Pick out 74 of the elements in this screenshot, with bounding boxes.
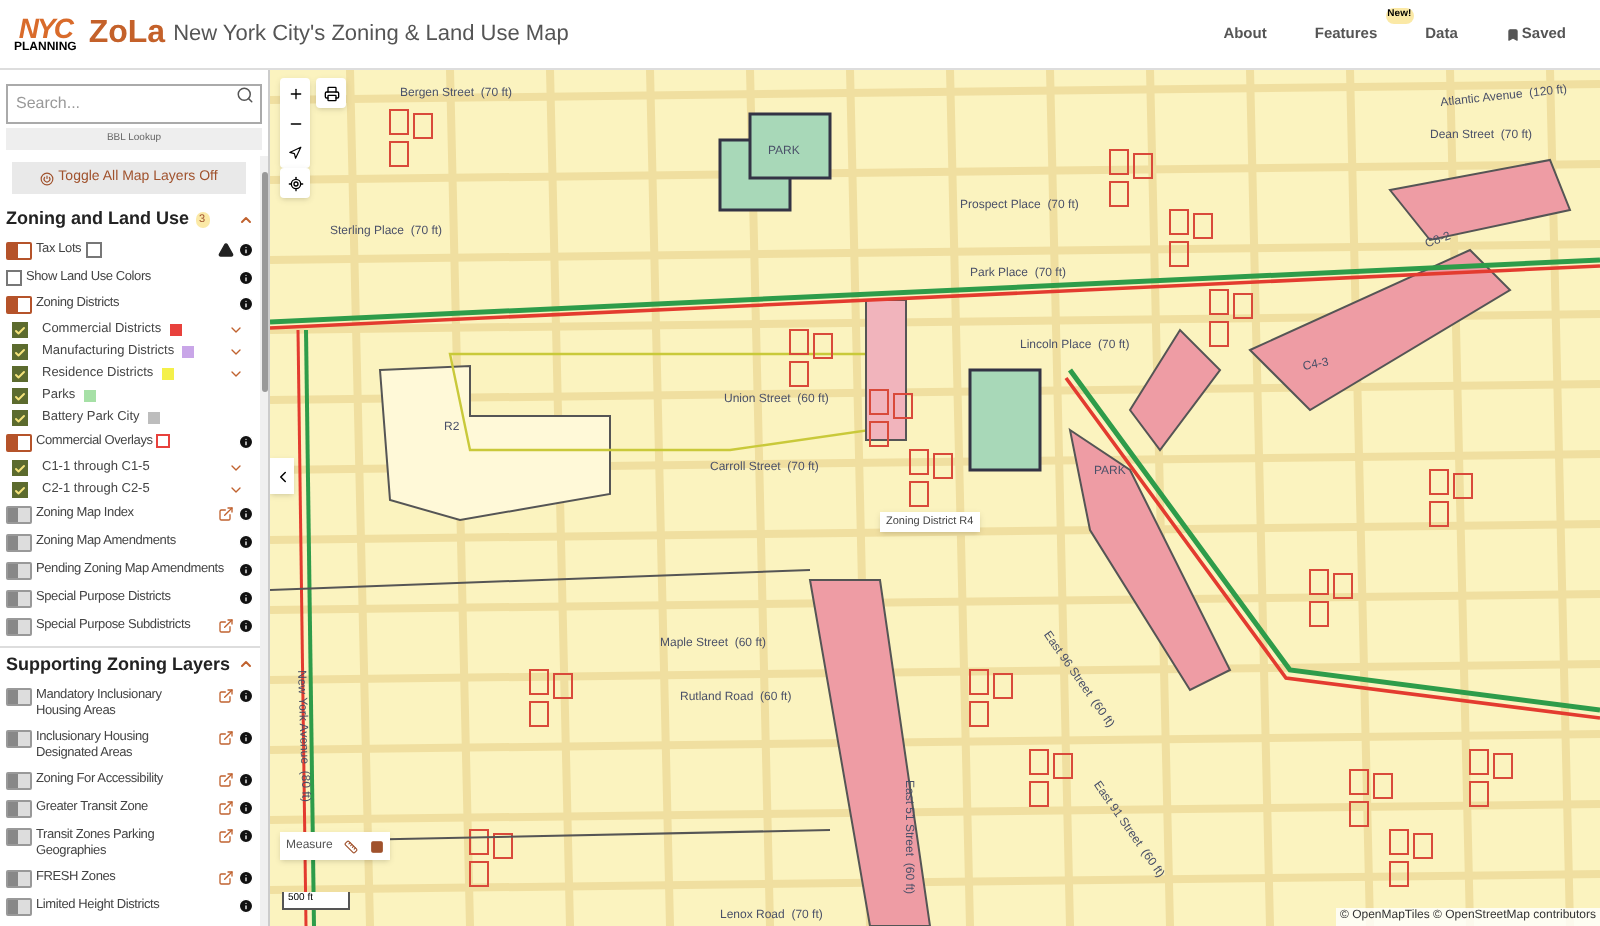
street-map-drawing[interactable] — [270, 70, 1600, 926]
info-icon[interactable] — [238, 590, 254, 606]
info-icon[interactable] — [238, 827, 254, 843]
collapse-icon[interactable] — [238, 656, 254, 673]
info-icon[interactable] — [238, 799, 254, 815]
checkbox[interactable] — [6, 270, 22, 286]
checkbox[interactable] — [12, 460, 28, 476]
print-button[interactable] — [316, 78, 346, 108]
checkbox[interactable] — [12, 366, 28, 382]
layer-toggle[interactable] — [6, 242, 32, 260]
info-icon[interactable] — [238, 729, 254, 745]
scrollbar[interactable] — [260, 156, 268, 926]
chevron-down-icon[interactable] — [228, 344, 244, 360]
checkbox[interactable] — [12, 410, 28, 426]
layer-toggle[interactable] — [6, 799, 32, 817]
app-name: ZoLa — [88, 14, 166, 54]
area-icon[interactable] — [370, 839, 385, 853]
info-icon[interactable] — [238, 534, 254, 550]
checkbox[interactable] — [12, 322, 28, 338]
layer-toggle[interactable] — [6, 687, 32, 705]
external-link-icon[interactable] — [218, 827, 234, 843]
layer-toggle[interactable] — [6, 590, 32, 608]
layer-toggle[interactable] — [6, 897, 32, 915]
info-icon[interactable] — [238, 242, 254, 258]
info-icon[interactable] — [238, 687, 254, 703]
layer-toggle[interactable] — [6, 296, 32, 314]
external-link-icon[interactable] — [218, 869, 234, 885]
chevron-down-icon[interactable] — [228, 366, 244, 382]
info-icon[interactable] — [238, 296, 254, 312]
app-subtitle: New York City's Zoning & Land Use Map — [173, 19, 569, 50]
collapse-icon[interactable] — [238, 211, 254, 228]
plus-icon — [287, 85, 303, 101]
checkbox[interactable] — [12, 344, 28, 360]
chevron-down-icon[interactable] — [228, 460, 244, 476]
section-title[interactable]: Supporting Zoning Layers — [6, 651, 230, 678]
external-link-icon[interactable] — [218, 618, 234, 634]
locate-icon — [287, 175, 303, 191]
info-icon[interactable] — [238, 270, 254, 286]
chevron-down-icon[interactable] — [228, 482, 244, 498]
layer-toggle[interactable] — [6, 506, 32, 524]
layer-toggle[interactable] — [6, 771, 32, 789]
layer-toggle[interactable] — [6, 827, 32, 845]
layer-toggle[interactable] — [6, 562, 32, 580]
layer-toggle[interactable] — [6, 534, 32, 552]
section-title[interactable]: Zoning and Land Use — [6, 206, 189, 233]
bookmark-icon — [1505, 27, 1520, 41]
info-icon[interactable] — [238, 506, 254, 522]
info-icon[interactable] — [238, 618, 254, 634]
checkbox[interactable] — [85, 242, 102, 258]
checkbox[interactable] — [12, 388, 28, 404]
chevron-down-icon[interactable] — [228, 322, 244, 338]
search-field[interactable]: Search... — [6, 83, 262, 123]
search-icon — [236, 86, 254, 104]
info-icon[interactable] — [238, 434, 254, 450]
external-link-icon[interactable] — [218, 506, 234, 522]
checkbox[interactable] — [12, 482, 28, 498]
collapse-sidebar-button[interactable] — [270, 458, 294, 494]
external-link-icon[interactable] — [218, 799, 234, 815]
info-icon[interactable] — [238, 562, 254, 578]
external-link-icon[interactable] — [218, 729, 234, 745]
layer-toggle[interactable] — [6, 869, 32, 887]
layer-toggle[interactable] — [6, 618, 32, 636]
external-link-icon[interactable] — [218, 687, 234, 703]
ruler-icon[interactable] — [344, 839, 359, 853]
power-icon — [40, 171, 55, 185]
geolocate-button[interactable] — [280, 168, 310, 198]
compass-icon — [288, 146, 302, 160]
printer-icon — [323, 85, 339, 101]
info-icon[interactable] — [238, 897, 254, 913]
layer-toggle[interactable] — [6, 434, 32, 452]
info-icon[interactable] — [238, 771, 254, 787]
external-link-icon[interactable] — [218, 771, 234, 787]
info-icon[interactable] — [238, 869, 254, 885]
layer-toggle[interactable] — [6, 729, 32, 747]
